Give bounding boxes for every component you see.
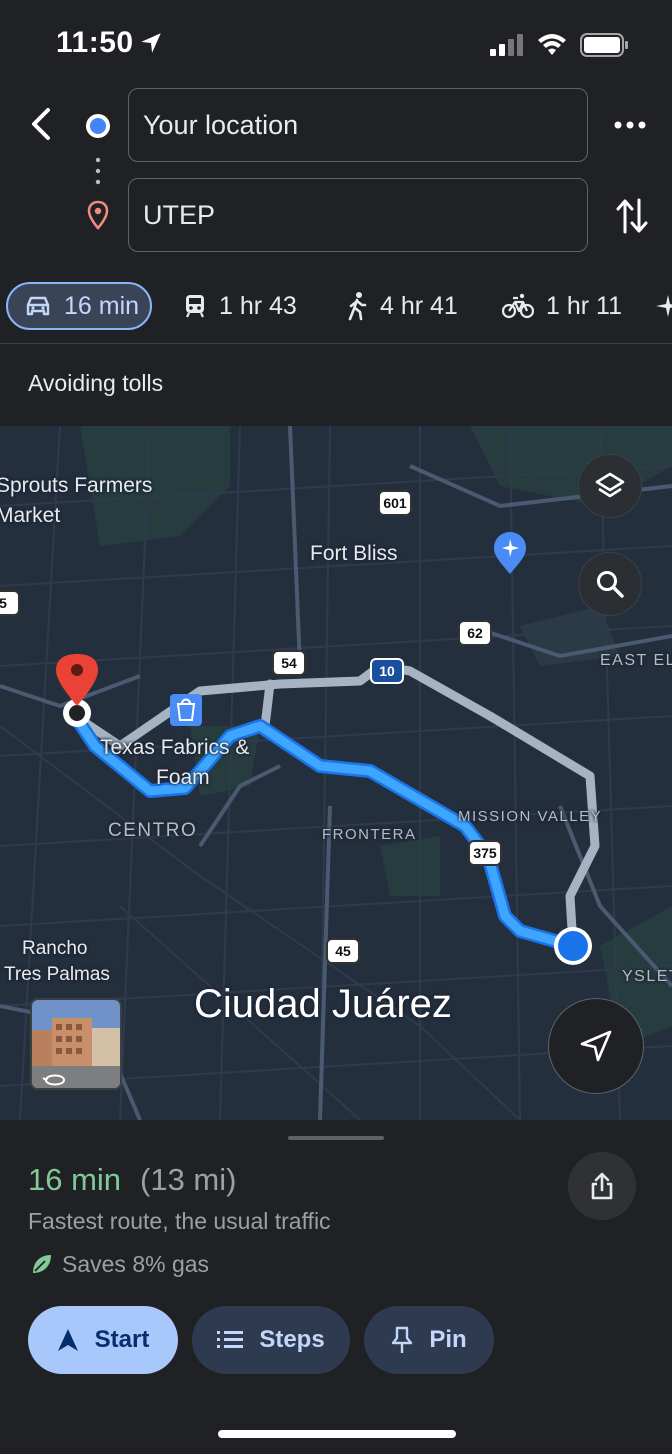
- bicycle-icon: [502, 293, 534, 319]
- map-label-sprouts-2[interactable]: Market: [0, 504, 60, 528]
- tab-transit-label: 1 hr 43: [219, 291, 297, 320]
- route-description: Fastest route, the usual traffic: [28, 1208, 331, 1234]
- map-label-fort-bliss[interactable]: Fort Bliss: [310, 542, 398, 566]
- status-time: 11:50: [56, 26, 134, 59]
- street-view-thumbnail[interactable]: [30, 998, 122, 1090]
- street-view-image: [32, 1000, 120, 1088]
- map-search-button[interactable]: [578, 552, 642, 616]
- map-label-mission-valley: MISSION VALLEY: [458, 808, 603, 825]
- tab-cycling-label: 1 hr 11: [546, 291, 622, 320]
- layers-icon: [595, 472, 625, 498]
- road-shield-10: 10: [370, 658, 404, 684]
- search-icon: [597, 571, 624, 598]
- navigation-start-icon: [57, 1329, 78, 1351]
- map-label-sprouts[interactable]: Sprouts Farmers: [0, 474, 152, 498]
- map-label-centro: CENTRO: [108, 820, 198, 841]
- origin-dot-icon: [86, 114, 110, 138]
- map-label-yslet: YSLET: [622, 968, 672, 985]
- tab-driving[interactable]: 16 min: [6, 282, 152, 330]
- steps-button-label: Steps: [259, 1326, 325, 1353]
- start-button[interactable]: Start: [28, 1306, 178, 1374]
- destination-input[interactable]: UTEP: [128, 178, 588, 252]
- map-label-rancho[interactable]: Rancho: [22, 938, 88, 960]
- map-view[interactable]: Sprouts Farmers Market Fort Bliss EAST E…: [0, 426, 672, 1120]
- map-label-texas-fabrics[interactable]: Texas Fabrics &: [100, 736, 249, 760]
- leaf-icon: [33, 1255, 51, 1273]
- location-arrow-icon: [141, 33, 161, 53]
- gas-savings: Saves 8% gas: [62, 1251, 210, 1277]
- chevron-left-icon: [32, 108, 50, 140]
- directions-header: Your location UTEP 16 min 1 hr 43 4 hr 4…: [0, 88, 672, 426]
- road-shield-375: 375: [468, 840, 502, 866]
- divider: [0, 343, 672, 344]
- route-distance: (13 mi): [140, 1162, 237, 1197]
- route-dots-icon: [95, 157, 101, 185]
- walking-icon: [348, 292, 367, 321]
- status-bar: 11:50: [0, 0, 672, 88]
- cellular-signal-icon: [490, 34, 523, 56]
- home-indicator[interactable]: [218, 1430, 456, 1438]
- pin-button[interactable]: Pin: [364, 1306, 494, 1374]
- airplane-icon: [656, 295, 672, 317]
- swap-vertical-icon: [616, 198, 648, 234]
- steps-button[interactable]: Steps: [192, 1306, 350, 1374]
- destination-pin-icon: [87, 200, 109, 230]
- car-icon: [26, 296, 50, 316]
- share-button[interactable]: [568, 1152, 636, 1220]
- more-options-button[interactable]: [610, 110, 650, 140]
- map-label-east-el: EAST EL: [600, 652, 672, 669]
- road-shield-601: 601: [378, 490, 412, 516]
- tab-flights[interactable]: [654, 282, 672, 330]
- navigation-arrow-icon: [580, 1030, 612, 1062]
- pin-button-label: Pin: [429, 1326, 467, 1353]
- map-label-rancho-2[interactable]: Tres Palmas: [4, 964, 110, 986]
- map-label-texas-fabrics-2[interactable]: Foam: [156, 766, 210, 790]
- list-icon: [217, 1331, 244, 1348]
- train-icon: [186, 295, 204, 318]
- sheet-drag-handle[interactable]: [288, 1136, 384, 1140]
- back-button[interactable]: [20, 102, 60, 146]
- tab-walking[interactable]: 4 hr 41: [346, 282, 458, 330]
- pushpin-icon: [392, 1326, 413, 1353]
- recenter-button[interactable]: [548, 998, 644, 1094]
- tab-cycling[interactable]: 1 hr 11: [502, 282, 622, 330]
- tab-transit[interactable]: 1 hr 43: [183, 282, 297, 330]
- road-shield-62: 62: [458, 620, 492, 646]
- map-label-frontera: FRONTERA: [322, 826, 417, 843]
- route-summary-sheet: 16 min (13 mi) Fastest route, the usual …: [0, 1120, 672, 1454]
- start-button-label: Start: [94, 1326, 150, 1353]
- battery-icon: [580, 33, 628, 57]
- tab-walking-label: 4 hr 41: [380, 291, 458, 320]
- road-shield-45: 45: [326, 938, 360, 964]
- origin-input[interactable]: Your location: [128, 88, 588, 162]
- route-duration: 16 min: [28, 1162, 122, 1197]
- share-icon: [591, 1172, 613, 1200]
- swap-locations-button[interactable]: [614, 196, 650, 236]
- map-layers-button[interactable]: [578, 454, 642, 518]
- road-shield-5: 5: [0, 590, 20, 616]
- more-horizontal-icon: [614, 121, 646, 129]
- travel-mode-tabs: 16 min 1 hr 43 4 hr 41 1 hr 11: [0, 278, 672, 336]
- route-options-note[interactable]: Avoiding tolls: [28, 370, 163, 397]
- map-label-ciudad-juarez: Ciudad Juárez: [194, 982, 452, 1026]
- road-shield-54: 54: [272, 650, 306, 676]
- wifi-icon: [538, 34, 566, 55]
- tab-driving-label: 16 min: [64, 291, 140, 320]
